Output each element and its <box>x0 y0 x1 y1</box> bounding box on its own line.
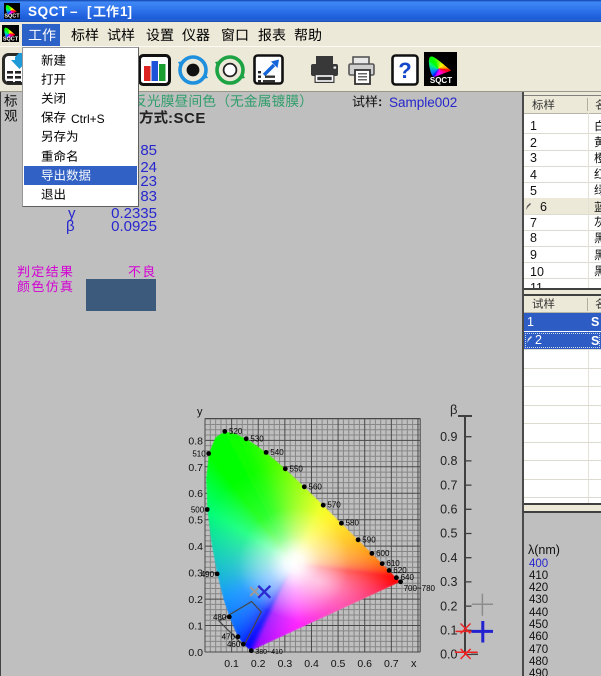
svg-text:0.3: 0.3 <box>440 575 457 589</box>
svg-text:500: 500 <box>191 506 205 515</box>
svg-text:0.6: 0.6 <box>188 488 203 500</box>
svg-text:0.7: 0.7 <box>440 478 457 492</box>
svg-text:480: 480 <box>213 613 227 622</box>
svg-text:0.8: 0.8 <box>188 435 203 447</box>
svg-text:600: 600 <box>376 549 390 558</box>
svg-text:460: 460 <box>227 640 241 649</box>
svg-text:380~410: 380~410 <box>255 649 283 656</box>
svg-text:0.7: 0.7 <box>188 462 203 474</box>
svg-text:520: 520 <box>229 427 243 436</box>
svg-text:700~780: 700~780 <box>404 584 436 593</box>
svg-text:0.2: 0.2 <box>188 594 203 606</box>
svg-text:0.6: 0.6 <box>440 503 457 517</box>
svg-text:0.3: 0.3 <box>278 658 293 670</box>
svg-text:0.8: 0.8 <box>440 454 457 468</box>
svg-text:SQCT: SQCT <box>3 37 19 43</box>
svg-text:0.4: 0.4 <box>440 551 457 565</box>
svg-text:540: 540 <box>270 448 284 457</box>
svg-text:580: 580 <box>346 519 360 528</box>
svg-text:0.5: 0.5 <box>440 527 457 541</box>
svg-text:SQCT: SQCT <box>430 76 452 85</box>
svg-text:0.2: 0.2 <box>440 599 457 613</box>
svg-text:0.1: 0.1 <box>440 624 457 638</box>
svg-text:0.4: 0.4 <box>304 658 319 670</box>
svg-text:SQCT: SQCT <box>4 14 20 20</box>
svg-text:?: ? <box>398 58 411 83</box>
svg-text:0.0: 0.0 <box>440 648 457 662</box>
svg-text:530: 530 <box>250 434 264 443</box>
svg-text:0.4: 0.4 <box>188 541 203 553</box>
svg-text:560: 560 <box>309 482 323 491</box>
svg-text:β: β <box>450 402 457 417</box>
svg-text:0.1: 0.1 <box>188 621 203 633</box>
svg-text:0.2: 0.2 <box>251 658 266 670</box>
svg-text:0.5: 0.5 <box>331 658 346 670</box>
svg-text:0.7: 0.7 <box>384 658 399 670</box>
svg-text:550: 550 <box>290 464 304 473</box>
svg-text:590: 590 <box>362 535 376 544</box>
svg-text:x: x <box>411 658 417 670</box>
svg-text:570: 570 <box>327 501 341 510</box>
svg-text:y: y <box>197 406 203 418</box>
svg-text:510: 510 <box>192 450 206 459</box>
svg-text:0.6: 0.6 <box>357 658 372 670</box>
svg-text:490: 490 <box>201 570 215 579</box>
svg-text:0.0: 0.0 <box>188 647 203 659</box>
svg-text:0.9: 0.9 <box>440 430 457 444</box>
svg-text:0.5: 0.5 <box>188 515 203 527</box>
svg-text:0.1: 0.1 <box>224 658 239 670</box>
